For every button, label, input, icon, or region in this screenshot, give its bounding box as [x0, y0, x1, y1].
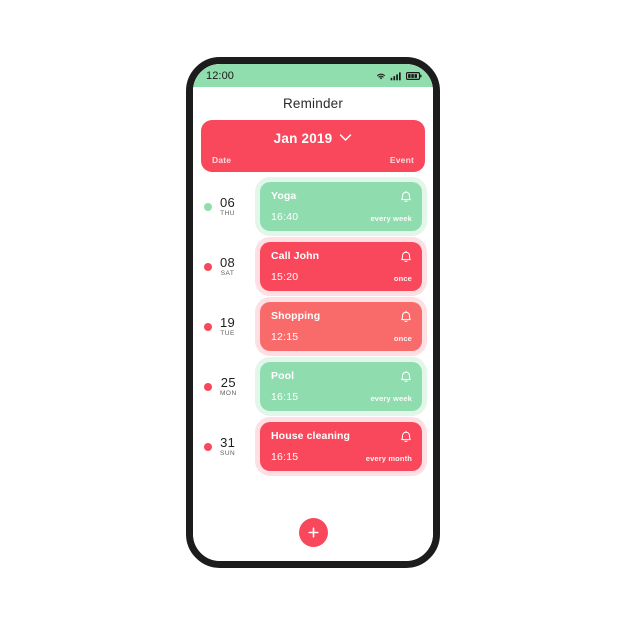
reminder-status-dot [204, 442, 212, 451]
reminder-date-column: 08 SAT [204, 256, 260, 278]
reminder-card-bottom: 16:15 every month [271, 451, 412, 463]
status-bar-icons [375, 71, 422, 81]
reminder-date: 31 SUN [220, 436, 235, 458]
reminder-weekday: SAT [220, 269, 235, 277]
reminder-date-column: 06 THU [204, 196, 260, 218]
cellular-signal-icon [390, 71, 403, 81]
reminder-status-dot [204, 382, 212, 391]
add-reminder-button[interactable] [298, 518, 328, 547]
reminder-date: 19 TUE [220, 316, 235, 338]
fab-container [193, 509, 433, 561]
reminder-card-bottom: 16:15 every week [271, 391, 412, 403]
reminder-title: Yoga [271, 190, 297, 202]
reminder-date-column: 19 TUE [204, 316, 260, 338]
reminder-day-number: 06 [220, 194, 236, 210]
bell-icon[interactable] [400, 250, 412, 269]
reminder-date-column: 25 MON [204, 376, 260, 398]
reminder-row[interactable]: 25 MON Pool 16:15 every week [193, 362, 433, 411]
column-header-row: Date Event [212, 155, 414, 165]
bell-icon[interactable] [400, 190, 412, 209]
phone-screen: 12:00 Reminder Jan 2019 Date Event 06 TH… [193, 64, 433, 561]
reminder-card-top: Shopping [271, 310, 412, 329]
reminder-repeat: every month [365, 454, 412, 463]
wifi-icon [375, 71, 387, 81]
bell-icon[interactable] [400, 430, 412, 449]
reminder-list[interactable]: 06 THU Yoga 16:40 every week 08 SAT Call John 15… [193, 172, 433, 509]
status-bar-clock: 12:00 [206, 69, 235, 82]
reminder-date: 25 MON [220, 376, 237, 398]
reminder-card-top: Yoga [271, 190, 412, 209]
reminder-time: 16:15 [271, 451, 299, 463]
reminder-card[interactable]: Yoga 16:40 every week [260, 182, 422, 231]
reminder-repeat: once [393, 274, 412, 283]
reminder-time: 12:15 [271, 331, 299, 343]
app-title-bar: Reminder [193, 87, 433, 120]
reminder-weekday: THU [220, 209, 235, 217]
reminder-card[interactable]: Call John 15:20 once [260, 242, 422, 291]
reminder-repeat: once [393, 334, 412, 343]
reminder-date-column: 31 SUN [204, 436, 260, 458]
reminder-card-top: Call John [271, 250, 412, 269]
reminder-weekday: TUE [220, 329, 235, 337]
reminder-day-number: 31 [220, 434, 236, 450]
reminder-status-dot [204, 262, 212, 271]
reminder-card-top: Pool [271, 370, 412, 389]
reminder-card-top: House cleaning [271, 430, 412, 449]
reminder-time: 16:40 [271, 211, 299, 223]
reminder-repeat: every week [370, 394, 412, 403]
reminder-repeat: every week [370, 214, 412, 223]
plus-icon [307, 526, 320, 539]
reminder-date: 06 THU [220, 196, 235, 218]
reminder-card[interactable]: Shopping 12:15 once [260, 302, 422, 351]
reminder-card[interactable]: Pool 16:15 every week [260, 362, 422, 411]
month-selector-label: Jan 2019 [273, 130, 333, 146]
event-column-header: Event [389, 155, 414, 165]
reminder-date: 08 SAT [220, 256, 235, 278]
bell-icon[interactable] [400, 310, 412, 329]
reminder-day-number: 08 [220, 254, 236, 270]
chevron-down-icon[interactable] [339, 129, 352, 147]
reminder-row[interactable]: 06 THU Yoga 16:40 every week [193, 182, 433, 231]
reminder-card-bottom: 15:20 once [271, 271, 412, 283]
battery-icon [406, 71, 422, 81]
reminder-row[interactable]: 19 TUE Shopping 12:15 once [193, 302, 433, 351]
status-bar: 12:00 [193, 64, 433, 87]
reminder-status-dot [204, 202, 212, 211]
reminder-card-bottom: 16:40 every week [271, 211, 412, 223]
reminder-card-bottom: 12:15 once [271, 331, 412, 343]
month-selector[interactable]: Jan 2019 [212, 129, 414, 147]
reminder-card[interactable]: House cleaning 16:15 every month [260, 422, 422, 471]
reminder-weekday: MON [220, 389, 237, 397]
reminder-time: 16:15 [271, 391, 299, 403]
date-column-header: Date [212, 155, 232, 165]
reminder-title: Call John [271, 250, 320, 262]
reminder-weekday: SUN [220, 449, 236, 457]
calendar-header-panel: Jan 2019 Date Event [201, 120, 425, 172]
reminder-time: 15:20 [271, 271, 299, 283]
reminder-day-number: 19 [220, 314, 236, 330]
page-title: Reminder [282, 96, 344, 111]
phone-device-frame: 12:00 Reminder Jan 2019 Date Event 06 TH… [186, 57, 440, 568]
reminder-status-dot [204, 322, 212, 331]
header-panel-wrapper: Jan 2019 Date Event [193, 120, 433, 172]
reminder-title: Pool [271, 370, 295, 382]
reminder-row[interactable]: 08 SAT Call John 15:20 once [193, 242, 433, 291]
bell-icon[interactable] [400, 370, 412, 389]
reminder-title: Shopping [271, 310, 321, 322]
reminder-day-number: 25 [220, 374, 236, 390]
screenshot-canvas: 12:00 Reminder Jan 2019 Date Event 06 TH… [0, 0, 626, 626]
reminder-title: House cleaning [271, 430, 351, 442]
reminder-row[interactable]: 31 SUN House cleaning 16:15 every month [193, 422, 433, 471]
